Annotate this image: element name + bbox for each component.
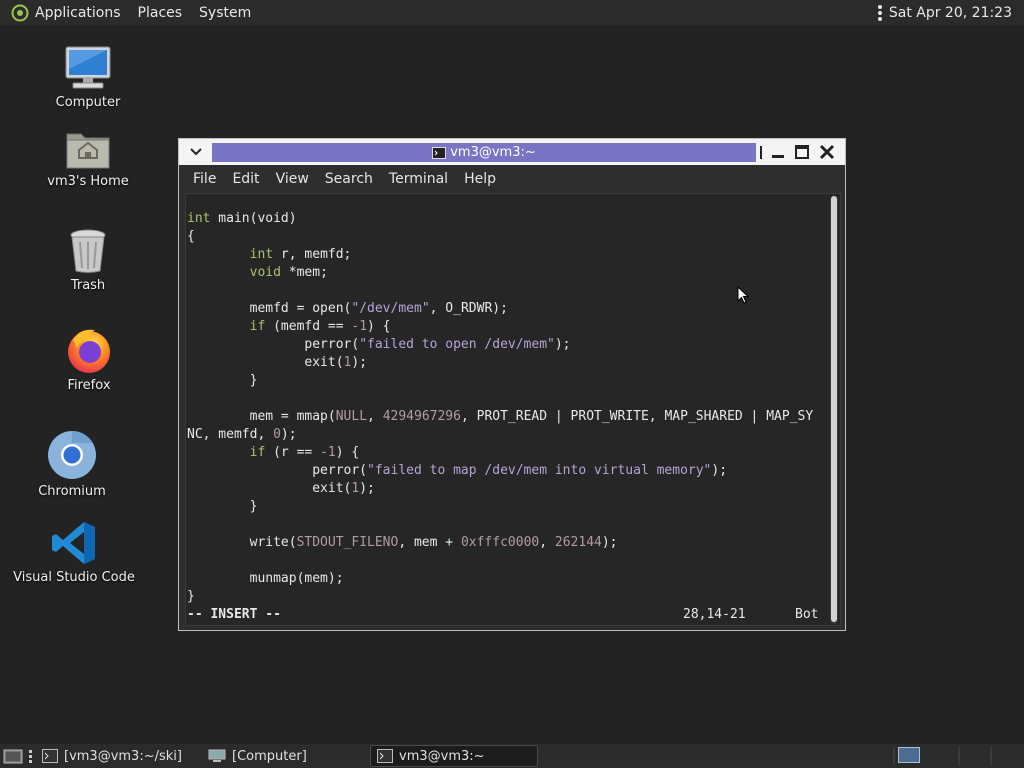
mate-logo-icon[interactable] [11, 4, 29, 22]
places-menu[interactable]: Places [138, 5, 183, 21]
minimize-button[interactable] [769, 143, 787, 161]
code-line: write(STDOUT_FILENO, mem + 0xfffc0000, 2… [187, 535, 618, 550]
desktop-icon-label: Trash [70, 278, 106, 293]
workspace-separator [958, 747, 960, 765]
taskbar-item-computer[interactable]: [Computer] [202, 745, 370, 767]
code-line: if (r == -1) { [249, 445, 360, 460]
code-line: int main(void) [187, 211, 297, 226]
code-line: int r, memfd; [249, 247, 352, 262]
desktop-icon-trash[interactable]: Trash [28, 228, 148, 293]
desktop-icon-home[interactable]: vm3's Home [28, 128, 148, 189]
window-title: vm3@vm3:~ [450, 145, 536, 160]
terminal-content[interactable]: int main(void) { int r, memfd; void *mem;… [185, 193, 841, 626]
code-line: munmap(mem); [187, 571, 344, 586]
maximize-button[interactable] [793, 143, 811, 161]
bottom-panel: [vm3@vm3:~/ski] [Computer] vm3@vm3:~ [0, 744, 1024, 768]
code-line: exit(1); [187, 481, 375, 496]
taskbar-item-terminal-ski[interactable]: [vm3@vm3:~/ski] [36, 745, 202, 767]
workspace-switcher-current[interactable] [898, 747, 920, 763]
mouse-pointer-icon [737, 286, 749, 304]
taskbar-item-label: vm3@vm3:~ [399, 748, 485, 764]
titlebar-separator [760, 146, 762, 159]
chromium-icon [48, 431, 96, 479]
code-line: } [187, 589, 195, 604]
desktop-icon-chromium[interactable]: Chromium [12, 430, 132, 499]
terminal-icon [377, 749, 393, 763]
vim-status-line: -- INSERT -- 28,14-21 Bot [187, 606, 827, 624]
trash-icon [70, 229, 106, 273]
clock[interactable]: Sat Apr 20, 21:23 [889, 5, 1012, 21]
computer-icon [208, 749, 226, 762]
code-line: memfd = open("/dev/mem", O_RDWR); [187, 301, 508, 316]
firefox-icon [68, 329, 110, 373]
show-desktop-icon[interactable] [3, 747, 23, 765]
menu-edit[interactable]: Edit [224, 171, 267, 187]
code-line: void *mem; [249, 265, 328, 280]
desktop-icon-label: Visual Studio Code [13, 570, 135, 585]
vim-mode-indicator: -- INSERT -- [187, 607, 281, 622]
desktop-icon-label: Firefox [67, 378, 111, 393]
code-line: perror("failed to map /dev/mem into virt… [187, 463, 728, 478]
taskbar-item-label: [vm3@vm3:~/ski] [64, 748, 182, 764]
code-line: } [187, 373, 258, 388]
desktop-icon-firefox[interactable]: Firefox [29, 326, 149, 393]
terminal-scrollbar[interactable] [830, 196, 838, 624]
window-title-strip[interactable]: vm3@vm3:~ [212, 143, 756, 162]
menu-view[interactable]: View [268, 171, 317, 187]
vscode-icon [52, 522, 95, 564]
top-panel: Applications Places System Sat Apr 20, 2… [0, 0, 1024, 25]
code-line: { [187, 229, 195, 244]
scrollbar-thumb[interactable] [831, 196, 837, 622]
window-titlebar[interactable]: vm3@vm3:~ [179, 139, 845, 165]
scroll-position: Bot [795, 607, 819, 622]
desktop-icon-vscode[interactable]: Visual Studio Code [13, 520, 135, 585]
cursor-position: 28,14-21 [683, 607, 746, 622]
code-line: mem = mmap(NULL, 4294967296, PROT_READ |… [187, 409, 814, 424]
menu-file[interactable]: File [185, 171, 224, 187]
code-line: exit(1); [187, 355, 368, 370]
workspace-separator [893, 747, 895, 765]
taskbar-item-terminal-active[interactable]: vm3@vm3:~ [370, 745, 538, 767]
code-line: NC, memfd, 0); [187, 427, 297, 442]
desktop-icon-label: vm3's Home [47, 174, 129, 189]
code-line: } [187, 499, 258, 514]
window-menu-chevron-icon[interactable] [187, 145, 205, 159]
desktop-icon-label: Chromium [38, 484, 106, 499]
desktop-icon-label: Computer [55, 95, 121, 110]
code-editor-text[interactable]: int main(void) { int r, memfd; void *mem;… [187, 210, 827, 606]
code-line: if (memfd == -1) { [249, 319, 391, 334]
terminal-icon [432, 146, 447, 159]
home-folder-icon [66, 133, 110, 169]
terminal-menubar: File Edit View Search Terminal Help [185, 166, 840, 192]
menu-help[interactable]: Help [456, 171, 504, 187]
computer-icon [65, 46, 111, 89]
taskbar-item-label: [Computer] [232, 748, 307, 764]
terminal-icon [42, 749, 58, 763]
panel-overflow-icon[interactable] [877, 4, 882, 21]
menu-terminal[interactable]: Terminal [381, 171, 456, 187]
applications-menu[interactable]: Applications [35, 5, 121, 21]
code-line: perror("failed to open /dev/mem"); [187, 337, 571, 352]
panel-handle-icon[interactable] [29, 749, 32, 763]
desktop-icon-computer[interactable]: Computer [28, 45, 148, 110]
terminal-window[interactable]: vm3@vm3:~ File Edit View Search Terminal… [178, 138, 846, 631]
workspace-separator [990, 747, 992, 765]
menu-search[interactable]: Search [317, 171, 381, 187]
close-button[interactable] [818, 143, 836, 161]
system-menu[interactable]: System [199, 5, 251, 21]
